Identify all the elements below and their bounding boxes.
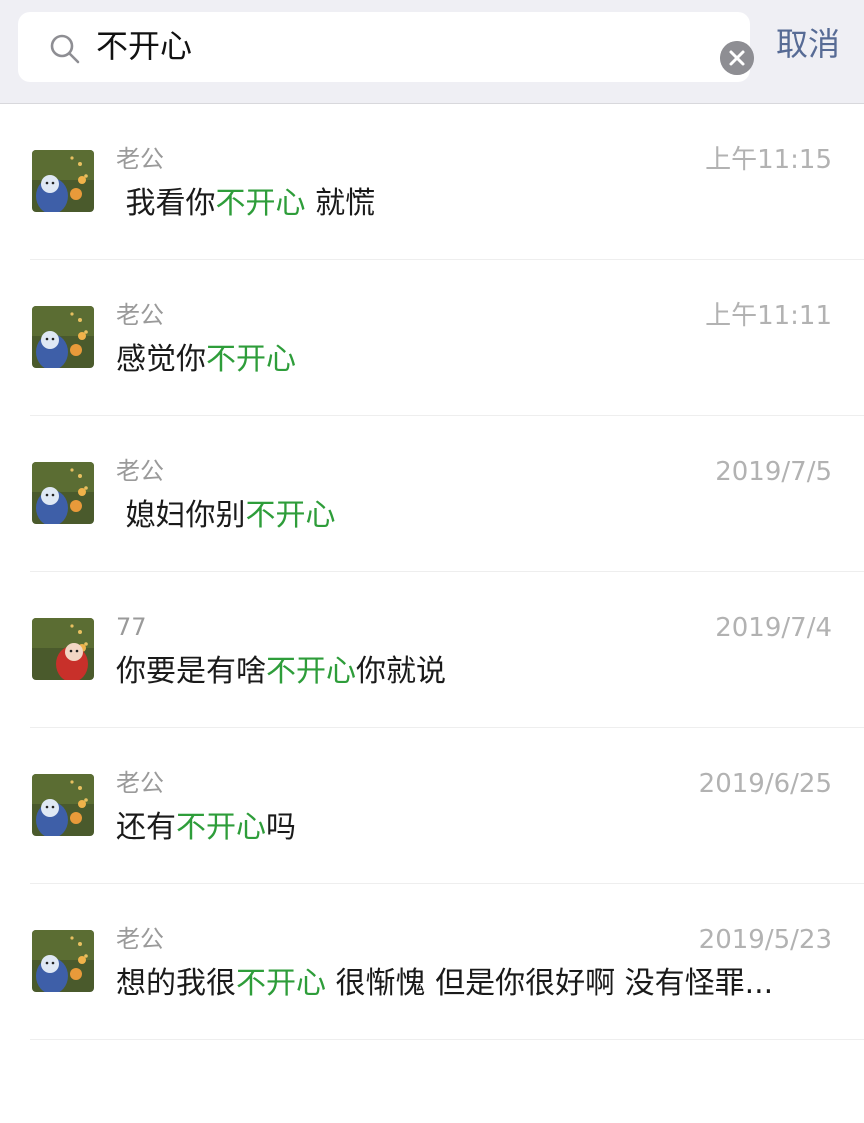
message-text: 很惭愧 但是你很好啊 没有怪罪... bbox=[326, 966, 774, 1001]
search-icon bbox=[50, 34, 80, 64]
message-text: 你要是有啥 bbox=[116, 654, 266, 689]
search-result-item[interactable]: 77 2019/7/4 你要是有啥不开心你就说 bbox=[0, 572, 864, 728]
avatar bbox=[32, 930, 94, 992]
message-text: 想的我很 bbox=[116, 966, 236, 1001]
avatar bbox=[32, 774, 94, 836]
contact-name: 77 bbox=[116, 613, 147, 641]
message-text: 感觉你 bbox=[116, 342, 206, 377]
message-time: 2019/6/25 bbox=[698, 769, 832, 799]
keyword-highlight: 不开心 bbox=[245, 498, 336, 533]
message-text: 媳妇你别 bbox=[116, 498, 246, 533]
keyword-highlight: 不开心 bbox=[236, 966, 326, 1001]
message-snippet: 媳妇你别不开心 bbox=[116, 496, 816, 536]
keyword-highlight: 不开心 bbox=[266, 654, 356, 689]
message-text: 吗 bbox=[266, 810, 296, 845]
search-field[interactable]: 不开心 bbox=[18, 12, 754, 82]
message-text: 还有 bbox=[116, 810, 176, 845]
search-result-item[interactable]: 老公 2019/6/25 还有不开心吗 bbox=[0, 728, 864, 884]
search-result-item[interactable]: 老公 上午11:15 我看你不开心 就慌 bbox=[0, 104, 864, 260]
message-time: 上午11:15 bbox=[705, 145, 832, 175]
avatar bbox=[32, 618, 94, 680]
message-time: 上午11:11 bbox=[705, 301, 832, 331]
message-snippet: 你要是有啥不开心你就说 bbox=[116, 652, 816, 692]
search-input[interactable]: 不开心 bbox=[96, 26, 192, 66]
avatar bbox=[32, 306, 94, 368]
keyword-highlight: 不开心 bbox=[176, 810, 266, 845]
keyword-highlight: 不开心 bbox=[206, 342, 296, 377]
message-time: 2019/7/5 bbox=[715, 457, 832, 487]
keyword-highlight: 不开心 bbox=[215, 186, 306, 221]
search-result-item[interactable]: 老公 2019/5/23 想的我很不开心 很惭愧 但是你很好啊 没有怪罪... bbox=[0, 884, 864, 1040]
avatar bbox=[32, 150, 94, 212]
search-bar: 不开心 取消 bbox=[0, 0, 864, 104]
clear-icon[interactable] bbox=[720, 41, 754, 75]
search-result-item[interactable]: 老公 2019/7/5 媳妇你别不开心 bbox=[0, 416, 864, 572]
contact-name: 老公 bbox=[116, 457, 164, 485]
contact-name: 老公 bbox=[116, 769, 164, 797]
cancel-button[interactable]: 取消 bbox=[776, 22, 840, 66]
contact-name: 老公 bbox=[116, 301, 164, 329]
contact-name: 老公 bbox=[116, 925, 164, 953]
message-snippet: 感觉你不开心 bbox=[116, 340, 816, 380]
avatar bbox=[32, 462, 94, 524]
message-text: 就慌 bbox=[305, 186, 376, 221]
message-snippet: 我看你不开心 就慌 bbox=[116, 184, 816, 224]
message-text: 你就说 bbox=[356, 654, 446, 689]
row-divider bbox=[30, 1039, 864, 1040]
search-result-item[interactable]: 老公 上午11:11 感觉你不开心 bbox=[0, 260, 864, 416]
message-snippet: 还有不开心吗 bbox=[116, 808, 816, 848]
message-time: 2019/5/23 bbox=[698, 925, 832, 955]
message-text: 我看你 bbox=[116, 186, 216, 221]
contact-name: 老公 bbox=[116, 145, 164, 173]
message-snippet: 想的我很不开心 很惭愧 但是你很好啊 没有怪罪... bbox=[116, 964, 816, 1004]
message-time: 2019/7/4 bbox=[715, 613, 832, 643]
